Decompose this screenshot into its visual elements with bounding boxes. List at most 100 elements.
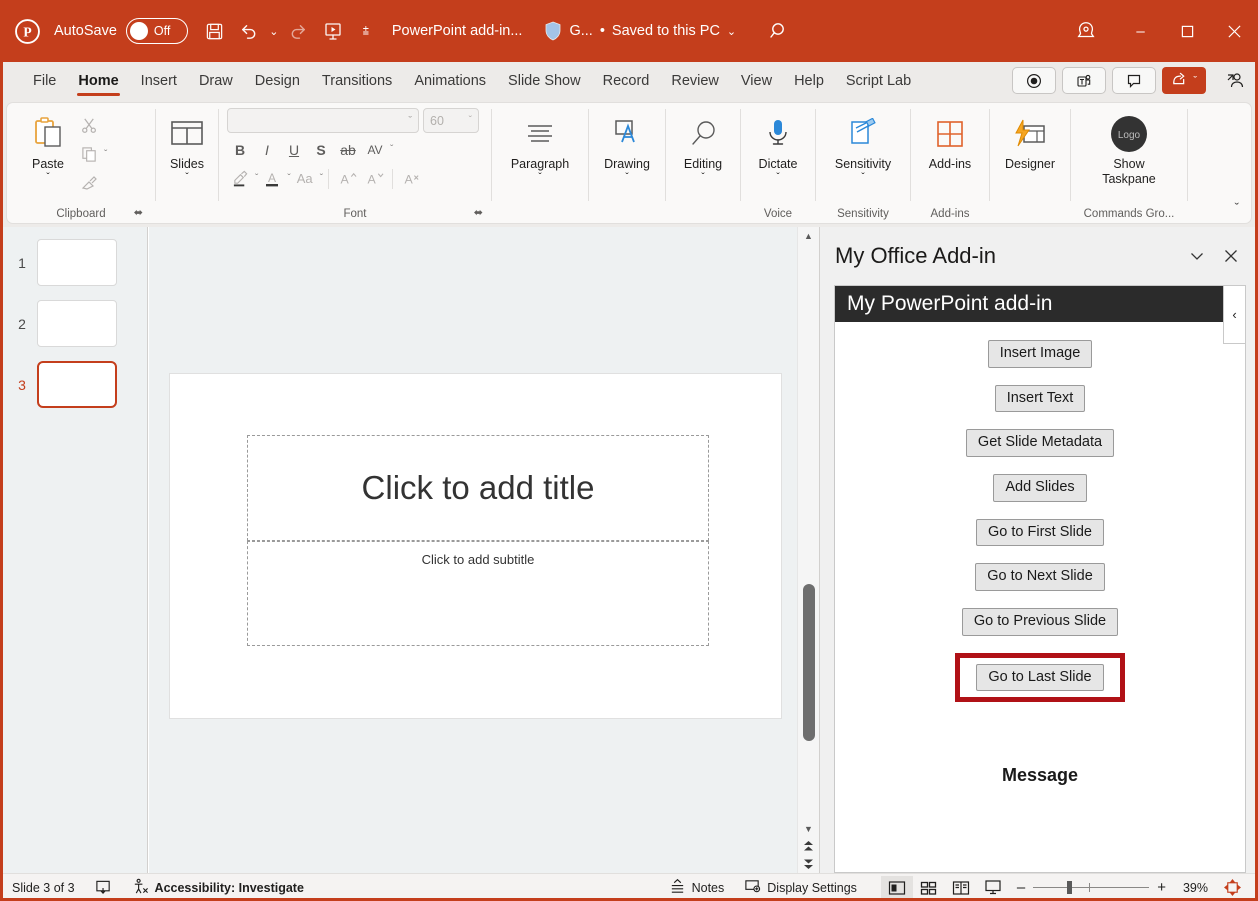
- collapse-ribbon-button[interactable]: ˇ: [1235, 200, 1239, 215]
- taskpane-close-icon[interactable]: [1214, 239, 1248, 273]
- thumbnail-preview-selected[interactable]: [37, 361, 117, 408]
- notes-button[interactable]: Notes: [659, 874, 735, 901]
- font-dialog-launcher[interactable]: ⬌: [474, 206, 483, 219]
- slides-button[interactable]: Slides ˇ: [161, 110, 213, 185]
- text-highlight-icon[interactable]: [227, 166, 253, 191]
- view-normal-icon[interactable]: [880, 875, 913, 900]
- title-placeholder[interactable]: Click to add title: [247, 435, 709, 541]
- share-button[interactable]: ˇ: [1162, 67, 1206, 94]
- designer-button[interactable]: Designer: [997, 110, 1063, 173]
- decrease-font-size-button[interactable]: A: [361, 166, 387, 191]
- thumbnail-slide-3[interactable]: 3: [0, 361, 147, 408]
- sensitivity-status[interactable]: G... • Saved to this PC ⌄: [544, 21, 736, 41]
- thumbnail-slide-2[interactable]: 2: [0, 300, 147, 347]
- editing-chevron-icon[interactable]: ˇ: [701, 173, 704, 183]
- change-case-button[interactable]: Aa: [292, 166, 318, 191]
- canvas-vertical-scrollbar[interactable]: ▲ ▼: [797, 227, 819, 873]
- zoom-level-label[interactable]: 39%: [1174, 881, 1208, 895]
- start-presentation-icon[interactable]: [316, 14, 350, 48]
- close-button[interactable]: [1211, 0, 1258, 62]
- slides-chevron-icon[interactable]: ˇ: [185, 173, 188, 183]
- font-size-combobox[interactable]: 60 ˇ: [423, 108, 479, 133]
- tab-view[interactable]: View: [730, 62, 783, 99]
- slide-canvas[interactable]: Click to add title Click to add subtitle: [169, 373, 782, 719]
- quick-access-more-icon[interactable]: ⩲: [358, 25, 374, 38]
- slide-count-label[interactable]: Slide 3 of 3: [0, 874, 85, 901]
- view-slide-sorter-icon[interactable]: [913, 876, 945, 900]
- tab-design[interactable]: Design: [244, 62, 311, 99]
- slide-notes-icon[interactable]: [85, 874, 122, 901]
- present-in-teams-icon[interactable]: [1062, 67, 1107, 94]
- text-highlight-chevron-icon[interactable]: ˇ: [255, 173, 258, 184]
- zoom-slider-thumb[interactable]: [1067, 881, 1073, 894]
- insert-text-button[interactable]: Insert Text: [994, 384, 1086, 413]
- go-to-last-slide-button[interactable]: Go to Last Slide: [976, 663, 1104, 692]
- get-slide-metadata-button[interactable]: Get Slide Metadata: [965, 429, 1115, 458]
- addins-button[interactable]: Add-ins: [921, 110, 979, 173]
- zoom-out-button[interactable]: –: [1017, 879, 1025, 896]
- sensitivity-chevron-icon[interactable]: ˇ: [861, 173, 864, 183]
- clear-formatting-icon[interactable]: A: [398, 166, 424, 191]
- editing-button[interactable]: Editing ˇ: [676, 110, 730, 185]
- taskpane-options-chevron-icon[interactable]: [1180, 239, 1214, 273]
- scroll-up-arrow-icon[interactable]: ▲: [798, 227, 820, 244]
- tab-help[interactable]: Help: [783, 62, 835, 99]
- slide-thumbnail-pane[interactable]: 1 2 3: [0, 227, 148, 873]
- undo-dropdown-chevron[interactable]: ⌄: [266, 25, 282, 38]
- drawing-chevron-icon[interactable]: ˇ: [625, 173, 628, 183]
- copy-icon[interactable]: [75, 141, 103, 167]
- share-person-icon[interactable]: [1216, 66, 1254, 96]
- go-to-first-slide-button[interactable]: Go to First Slide: [976, 518, 1104, 547]
- tab-transitions[interactable]: Transitions: [311, 62, 403, 99]
- zoom-slider[interactable]: [1033, 881, 1150, 894]
- autosave-toggle[interactable]: Off: [125, 18, 188, 44]
- cut-scissors-icon[interactable]: [75, 112, 103, 138]
- view-reading-icon[interactable]: [945, 876, 977, 900]
- tab-file[interactable]: File: [22, 62, 67, 99]
- tab-home[interactable]: Home: [67, 62, 129, 99]
- thumbnail-preview[interactable]: [37, 300, 117, 347]
- character-spacing-chevron-icon[interactable]: ˇ: [390, 144, 393, 155]
- add-slides-button[interactable]: Add Slides: [993, 474, 1087, 502]
- subtitle-placeholder[interactable]: Click to add subtitle: [247, 541, 709, 646]
- comments-icon[interactable]: [1112, 67, 1157, 94]
- maximize-button[interactable]: [1164, 0, 1211, 62]
- scrollbar-thumb[interactable]: [802, 584, 815, 741]
- change-case-chevron-icon[interactable]: ˇ: [320, 173, 323, 184]
- sensitivity-button[interactable]: Sensitivity ˇ: [827, 110, 899, 185]
- drawing-button[interactable]: Drawing ˇ: [596, 110, 658, 185]
- character-spacing-button[interactable]: AV: [362, 137, 388, 162]
- tab-script-lab[interactable]: Script Lab: [835, 62, 922, 99]
- go-to-previous-slide-button[interactable]: Go to Previous Slide: [961, 608, 1119, 636]
- show-taskpane-button[interactable]: Logo Show Taskpane: [1094, 110, 1164, 189]
- next-slide-double-arrow-icon[interactable]: [798, 855, 820, 873]
- bold-button[interactable]: B: [227, 137, 253, 162]
- save-state-chevron-icon[interactable]: ⌄: [727, 25, 736, 38]
- text-shadow-button[interactable]: S: [308, 137, 334, 162]
- dictate-chevron-icon[interactable]: ˇ: [776, 173, 779, 183]
- previous-slide-double-arrow-icon[interactable]: [798, 837, 820, 855]
- italic-button[interactable]: I: [254, 137, 280, 162]
- zoom-in-button[interactable]: +: [1157, 879, 1166, 896]
- tab-draw[interactable]: Draw: [188, 62, 244, 99]
- paragraph-chevron-icon[interactable]: ˇ: [538, 173, 541, 183]
- thumbnail-preview[interactable]: [37, 239, 117, 286]
- search-icon[interactable]: [768, 20, 790, 42]
- record-button-icon[interactable]: [1012, 67, 1057, 94]
- fit-slide-to-window-icon[interactable]: [1216, 876, 1248, 900]
- go-to-next-slide-button[interactable]: Go to Next Slide: [975, 563, 1105, 592]
- underline-button[interactable]: U: [281, 137, 307, 162]
- copilot-icon[interactable]: [1065, 0, 1107, 62]
- addin-collapse-tab[interactable]: ‹: [1223, 286, 1245, 344]
- tab-record[interactable]: Record: [592, 62, 661, 99]
- accessibility-status[interactable]: Accessibility: Investigate: [122, 874, 314, 901]
- undo-icon[interactable]: [232, 14, 266, 48]
- save-icon[interactable]: [198, 14, 232, 48]
- paste-chevron-icon[interactable]: ˇ: [46, 173, 49, 183]
- font-name-combobox[interactable]: ˇ: [227, 108, 419, 133]
- paragraph-button[interactable]: Paragraph ˇ: [503, 110, 577, 185]
- increase-font-size-button[interactable]: A: [334, 166, 360, 191]
- scrollbar-track[interactable]: [798, 244, 820, 820]
- thumbnail-slide-1[interactable]: 1: [0, 239, 147, 286]
- strikethrough-button[interactable]: ab: [335, 137, 361, 162]
